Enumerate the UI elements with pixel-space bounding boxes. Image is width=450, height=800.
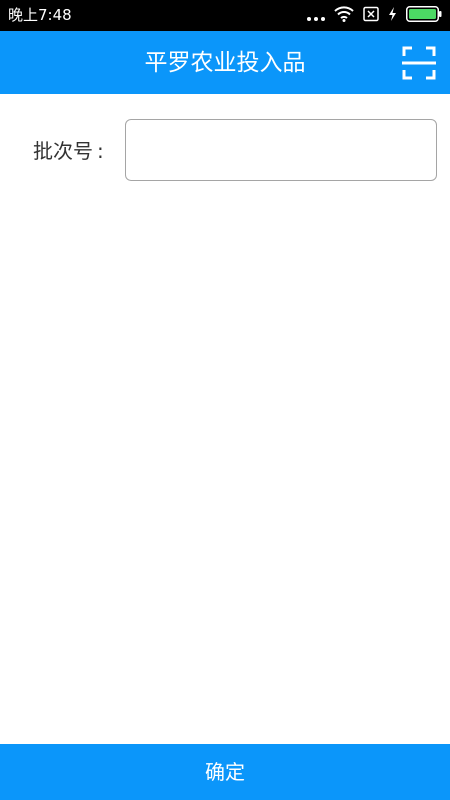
- status-time: 晚上7:48: [8, 6, 72, 24]
- status-bar: 晚上7:48: [0, 0, 450, 31]
- app-bar: 平罗农业投入品: [0, 31, 450, 94]
- status-icons: [307, 5, 442, 27]
- batch-number-colon: :: [97, 139, 104, 163]
- charging-icon: [388, 6, 397, 26]
- more-dots-icon: [307, 17, 325, 21]
- batch-number-label: 批次号: [33, 139, 93, 163]
- battery-icon: [406, 6, 442, 26]
- scan-icon: [402, 46, 436, 80]
- page-title: 平罗农业投入品: [144, 50, 306, 76]
- batch-number-row: 批次号 :: [0, 119, 450, 181]
- no-sim-icon: [363, 6, 379, 26]
- confirm-button[interactable]: 确定: [0, 744, 450, 800]
- scan-button[interactable]: [400, 44, 438, 82]
- batch-number-input[interactable]: [125, 119, 437, 181]
- wifi-icon: [334, 6, 354, 26]
